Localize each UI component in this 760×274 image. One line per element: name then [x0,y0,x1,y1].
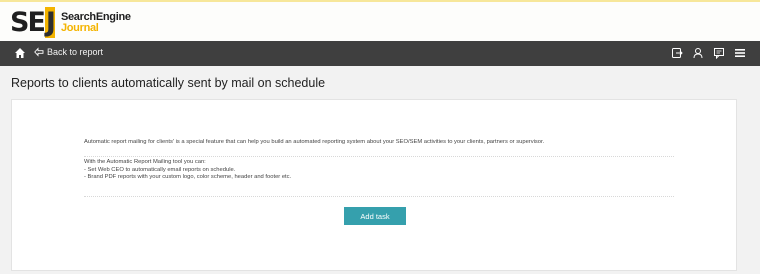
feature-item: - Brand PDF reports with your custom log… [84,174,292,180]
back-to-report-label: Back to report [47,47,104,57]
back-arrow-icon [34,47,44,57]
home-icon[interactable] [14,47,26,59]
page-title: Reports to clients automatically sent by… [11,76,326,90]
logo-bar: SEJ SearchEngine Journal [0,0,760,41]
menu-icon[interactable] [734,47,746,59]
features-heading: With the Automatic Report Mailing tool y… [84,159,206,165]
logo-word-journal: Journal [60,22,99,34]
back-to-report-link[interactable]: Back to report [34,47,103,57]
export-icon[interactable] [671,47,683,59]
content-panel: Automatic report mailing for clients' is… [11,99,737,271]
add-task-button[interactable]: Add task [344,207,406,225]
nav-actions [671,47,746,59]
divider [84,196,674,197]
top-nav: Back to report [0,41,760,66]
features-block: With the Automatic Report Mailing tool y… [84,159,291,182]
sej-logo[interactable]: SEJ SearchEngine Journal [10,7,131,38]
feature-item: - Set Web CEO to automatically email rep… [84,166,236,173]
share-icon[interactable] [692,47,704,59]
flag-icon[interactable] [713,47,725,59]
intro-text: Automatic report mailing for clients' is… [84,139,545,145]
logo-words: SearchEngine Journal [61,12,131,34]
divider [84,156,674,157]
logo-mark: SEJ [10,7,56,38]
